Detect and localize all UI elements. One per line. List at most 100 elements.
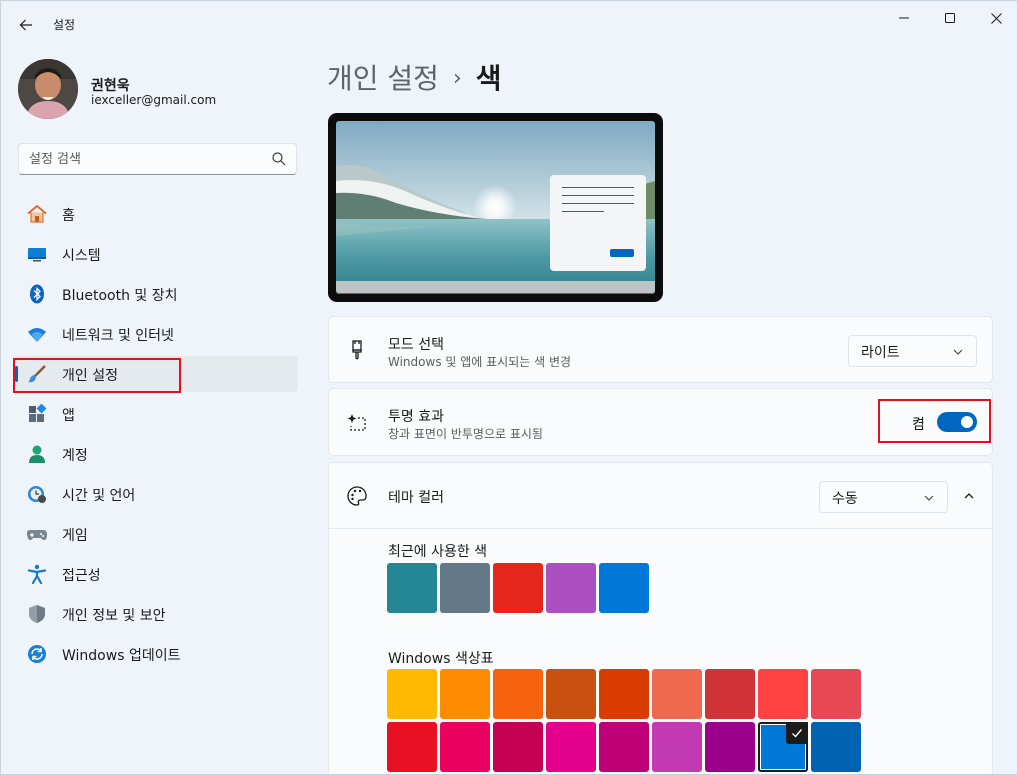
preview-taskbar bbox=[336, 281, 655, 293]
collapse-button[interactable] bbox=[956, 483, 982, 509]
color-swatch[interactable] bbox=[599, 669, 649, 719]
sidebar-item-time-language[interactable]: 시간 및 언어 bbox=[14, 476, 298, 512]
sidebar-item-system[interactable]: 시스템 bbox=[14, 236, 298, 272]
user-email: iexceller@gmail.com bbox=[91, 93, 217, 107]
color-swatch[interactable] bbox=[387, 563, 437, 613]
sidebar-item-label: 홈 bbox=[62, 208, 75, 224]
sparkle-icon bbox=[347, 414, 366, 431]
close-button[interactable] bbox=[973, 3, 1017, 33]
color-swatch[interactable] bbox=[652, 669, 702, 719]
sidebar-item-gaming[interactable]: 게임 bbox=[14, 516, 298, 552]
accessibility-icon bbox=[27, 564, 47, 584]
sidebar-item-label: 접근성 bbox=[62, 568, 101, 584]
chevron-down-icon bbox=[924, 495, 934, 501]
color-swatch[interactable] bbox=[546, 722, 596, 772]
minimize-icon bbox=[899, 17, 909, 19]
transparency-description: 창과 표면이 반투명으로 표시됨 bbox=[388, 427, 543, 441]
theme-color-dropdown-value: 수동 bbox=[832, 491, 858, 507]
color-swatch[interactable] bbox=[493, 669, 543, 719]
avatar bbox=[18, 59, 78, 119]
sidebar-item-privacy[interactable]: 개인 정보 및 보안 bbox=[14, 596, 298, 632]
color-swatch[interactable] bbox=[705, 669, 755, 719]
settings-window: 설정 권현욱 iexceller@gmail.com 설정 검색 홈 시스템 B… bbox=[0, 0, 1018, 775]
color-swatch[interactable] bbox=[599, 563, 649, 613]
palette-icon bbox=[347, 486, 367, 506]
maximize-icon bbox=[945, 13, 955, 23]
color-swatch[interactable] bbox=[440, 563, 490, 613]
transparency-card: 투명 효과 창과 표면이 반투명으로 표시됨 켬 bbox=[328, 388, 993, 456]
color-swatch[interactable] bbox=[705, 722, 755, 772]
mode-description: Windows 및 앱에 표시되는 색 변경 bbox=[388, 355, 572, 369]
close-icon bbox=[990, 12, 1002, 24]
theme-color-dropdown[interactable]: 수동 bbox=[819, 481, 948, 513]
wifi-icon bbox=[28, 328, 46, 342]
recent-colors-label: 최근에 사용한 색 bbox=[388, 544, 488, 560]
color-swatch[interactable] bbox=[493, 722, 543, 772]
palette-label: Windows 색상표 bbox=[388, 651, 494, 667]
paint-brush-icon bbox=[352, 340, 362, 360]
back-arrow-icon bbox=[19, 19, 32, 31]
theme-color-header: 테마 컬러 수동 bbox=[329, 463, 992, 529]
color-swatch[interactable] bbox=[440, 722, 490, 772]
sidebar-item-apps[interactable]: 앱 bbox=[14, 396, 298, 432]
color-swatch[interactable] bbox=[387, 722, 437, 772]
sidebar-nav: 홈 시스템 Bluetooth 및 장치 네트워크 및 인터넷 개인 설정 앱 … bbox=[14, 196, 298, 676]
brush-icon bbox=[28, 365, 46, 383]
apps-icon bbox=[29, 404, 47, 422]
toggle-knob bbox=[961, 416, 973, 428]
active-indicator bbox=[15, 366, 18, 382]
preview-window bbox=[550, 175, 646, 271]
color-swatch[interactable] bbox=[387, 669, 437, 719]
color-swatch[interactable] bbox=[599, 722, 649, 772]
page-title: 색 bbox=[475, 62, 502, 95]
chevron-down-icon bbox=[953, 349, 963, 355]
color-swatch[interactable] bbox=[493, 563, 543, 613]
sidebar-item-network[interactable]: 네트워크 및 인터넷 bbox=[14, 316, 298, 352]
sidebar-item-label: 개인 설정 bbox=[62, 368, 118, 384]
color-swatch[interactable] bbox=[440, 669, 490, 719]
search-icon[interactable] bbox=[272, 152, 286, 166]
minimize-button[interactable] bbox=[881, 3, 927, 33]
color-swatch[interactable] bbox=[811, 722, 861, 772]
color-swatch[interactable] bbox=[546, 563, 596, 613]
color-swatch[interactable] bbox=[652, 722, 702, 772]
breadcrumb-parent[interactable]: 개인 설정 bbox=[327, 62, 439, 95]
color-swatch[interactable] bbox=[546, 669, 596, 719]
sidebar-item-accessibility[interactable]: 접근성 bbox=[14, 556, 298, 592]
shield-icon bbox=[29, 605, 45, 623]
color-swatch[interactable] bbox=[758, 669, 808, 719]
breadcrumb: 개인 설정 › 색 bbox=[327, 57, 502, 97]
theme-color-card: 테마 컬러 수동 최근에 사용한 색 Windows 색상표 bbox=[328, 462, 993, 774]
breadcrumb-separator: › bbox=[452, 66, 462, 91]
title-bar: 설정 bbox=[1, 1, 1017, 47]
sidebar-item-label: 시스템 bbox=[62, 248, 101, 264]
mode-dropdown-value: 라이트 bbox=[861, 345, 900, 361]
search-box bbox=[18, 143, 297, 175]
sidebar-item-label: 개인 정보 및 보안 bbox=[62, 608, 166, 624]
mode-dropdown[interactable]: 라이트 bbox=[848, 335, 977, 367]
color-swatch[interactable] bbox=[811, 669, 861, 719]
sidebar-item-home[interactable]: 홈 bbox=[14, 196, 298, 232]
toggle-state-label: 켬 bbox=[912, 417, 925, 433]
sidebar-item-label: 시간 및 언어 bbox=[62, 488, 136, 504]
sidebar-item-windows-update[interactable]: Windows 업데이트 bbox=[14, 636, 298, 672]
search-input[interactable] bbox=[29, 144, 269, 174]
theme-color-title: 테마 컬러 bbox=[388, 490, 444, 506]
palette-row-2 bbox=[387, 722, 861, 772]
sidebar-item-accounts[interactable]: 계정 bbox=[14, 436, 298, 472]
transparency-toggle[interactable] bbox=[937, 412, 977, 432]
checkmark-icon bbox=[786, 722, 808, 744]
back-button[interactable] bbox=[13, 12, 39, 38]
chevron-up-icon bbox=[964, 493, 974, 499]
mode-title: 모드 선택 bbox=[388, 337, 444, 353]
mode-card: 모드 선택 Windows 및 앱에 표시되는 색 변경 라이트 bbox=[328, 316, 993, 383]
sidebar-item-label: Bluetooth 및 장치 bbox=[62, 288, 178, 304]
palette-row-1 bbox=[387, 669, 861, 719]
sidebar-item-personalization[interactable]: 개인 설정 bbox=[14, 356, 298, 392]
sidebar-item-label: Windows 업데이트 bbox=[62, 648, 181, 664]
color-swatch[interactable] bbox=[758, 722, 808, 772]
sidebar-item-bluetooth[interactable]: Bluetooth 및 장치 bbox=[14, 276, 298, 312]
update-icon bbox=[28, 645, 46, 663]
maximize-button[interactable] bbox=[927, 3, 973, 33]
sidebar-item-label: 게임 bbox=[62, 528, 88, 544]
